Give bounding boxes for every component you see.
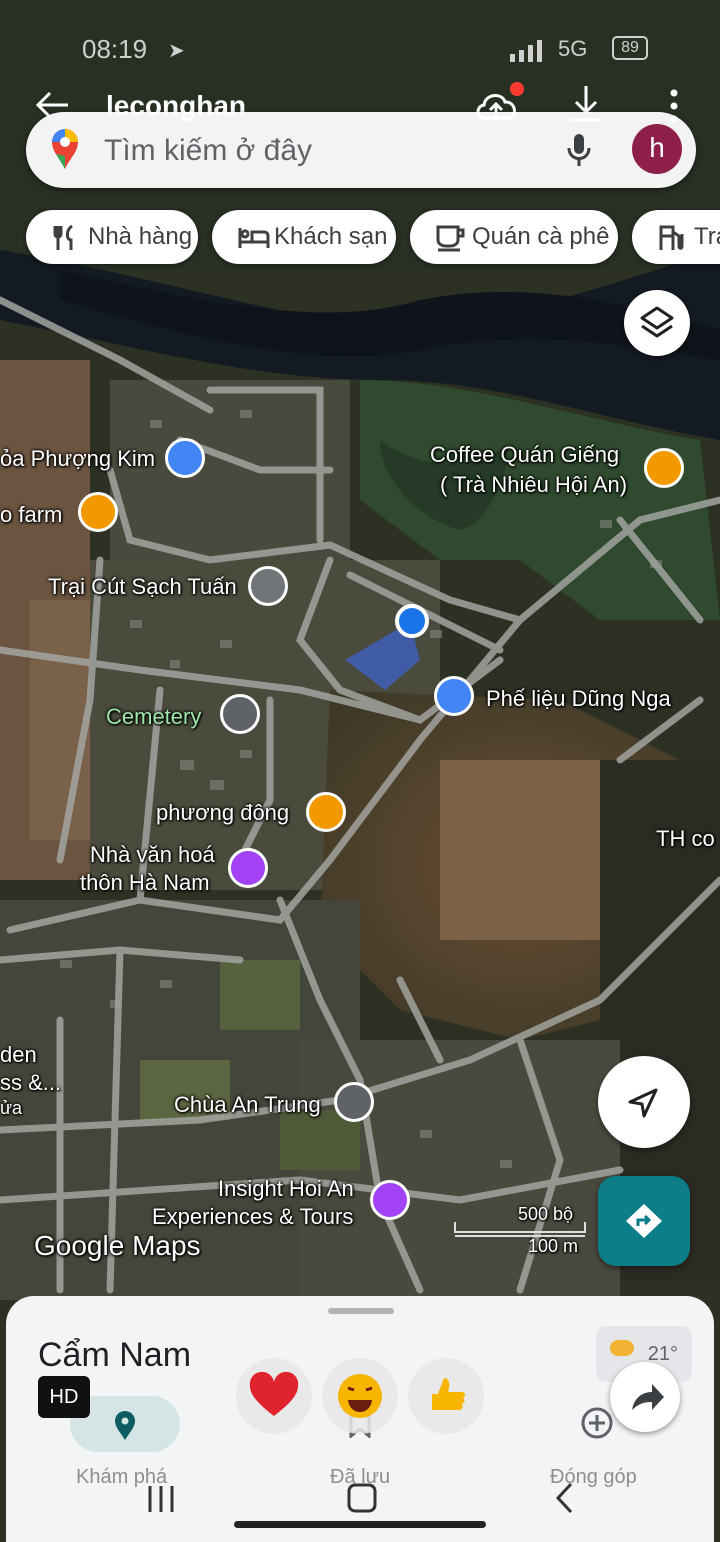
recents-icon[interactable] — [146, 1484, 176, 1519]
google-maps-logo: Google Maps — [34, 1230, 201, 1261]
cemetery-icon[interactable] — [220, 694, 260, 734]
share-arrow-icon — [632, 1384, 664, 1410]
poi-label[interactable]: Chùa An Trung — [174, 1092, 321, 1118]
poi-label[interactable]: Experiences & Tours — [152, 1204, 353, 1230]
scale-feet: 500 bộ — [518, 1204, 574, 1224]
microphone-icon[interactable] — [566, 132, 592, 173]
gas-station-icon — [659, 225, 684, 250]
landmark-icon[interactable] — [228, 848, 268, 888]
poi-label[interactable]: ỏa Phượng Kim — [0, 446, 155, 472]
my-location-button[interactable] — [598, 1056, 690, 1148]
notification-dot — [510, 82, 524, 96]
search-bar[interactable]: Tìm kiếm ở đây h — [26, 112, 696, 188]
chip-label: Quán cà phê — [472, 223, 610, 250]
shopping-bag-icon[interactable] — [434, 676, 474, 716]
poi-label[interactable]: ửa — [0, 1098, 22, 1119]
chip-label: Nhà hàng — [88, 223, 193, 250]
signal-icon — [508, 40, 548, 67]
place-name: Cẩm Nam — [38, 1336, 192, 1374]
reaction-thumbs-up[interactable] — [408, 1358, 484, 1434]
poi-label[interactable]: den — [0, 1042, 37, 1068]
camera-icon[interactable] — [370, 1180, 410, 1220]
restaurant-icon[interactable] — [306, 792, 346, 832]
poi-label[interactable]: Phế liệu Dũng Nga — [486, 686, 671, 712]
poi-label[interactable]: o farm — [0, 502, 62, 528]
hotel-icon — [238, 228, 270, 248]
poi-label[interactable]: Nhà văn hoá — [90, 842, 215, 868]
account-avatar[interactable]: h — [632, 124, 682, 174]
current-location-dot — [395, 604, 429, 638]
chip-hotels[interactable]: Khách sạn — [212, 210, 396, 264]
directions-button[interactable] — [598, 1176, 690, 1266]
reaction-laugh[interactable] — [322, 1358, 398, 1434]
system-navigation — [0, 1470, 720, 1542]
poi-label[interactable]: Cemetery — [106, 704, 201, 730]
restaurant-icon — [53, 224, 73, 250]
sheet-drag-handle[interactable] — [328, 1308, 394, 1314]
poi-label[interactable]: Insight Hoi An — [218, 1176, 354, 1202]
poi-label[interactable]: thôn Hà Nam — [80, 870, 210, 896]
share-button[interactable] — [610, 1362, 680, 1432]
scale-meters: 100 m — [528, 1236, 579, 1256]
pin-icon[interactable] — [248, 566, 288, 606]
temple-icon[interactable] — [334, 1082, 374, 1122]
directions-icon — [626, 1204, 662, 1238]
layers-button[interactable] — [624, 290, 690, 356]
chip-coffee[interactable]: Quán cà phê — [410, 210, 618, 264]
heart-icon — [249, 1371, 299, 1416]
poi-label[interactable]: TH co — [656, 826, 715, 852]
home-icon[interactable] — [346, 1482, 378, 1519]
coffee-icon[interactable] — [644, 448, 684, 488]
layers-icon — [640, 306, 674, 338]
back-icon[interactable] — [554, 1482, 574, 1519]
chip-label: Khách sạn — [274, 223, 388, 250]
status-time: 08:19 — [82, 34, 148, 64]
chip-gas[interactable]: Trạ — [632, 210, 720, 264]
poi-label[interactable]: Coffee Quán Giếng — [430, 442, 619, 468]
hd-badge[interactable]: HD — [38, 1376, 90, 1418]
reaction-heart[interactable] — [236, 1358, 312, 1434]
poi-label[interactable]: phương đông — [156, 800, 289, 826]
thumbs-up-icon — [432, 1378, 465, 1410]
status-bar: 08:19 ➤ 5G 89 — [0, 30, 720, 70]
network-type: 5G — [558, 36, 588, 61]
poi-label[interactable]: ( Trà Nhiêu Hội An) — [440, 472, 627, 498]
laughing-face-icon — [338, 1374, 382, 1418]
navigation-arrow-icon: ➤ — [168, 40, 185, 62]
poi-label[interactable]: Trại Cút Sạch Tuấn — [48, 574, 237, 600]
battery-indicator: 89 — [612, 36, 648, 60]
search-input[interactable]: Tìm kiếm ở đây — [104, 134, 312, 168]
add-circle-icon[interactable] — [580, 1406, 614, 1445]
shopping-bag-icon[interactable] — [165, 438, 205, 478]
chip-label: Trạ — [694, 223, 720, 250]
chip-restaurants[interactable]: Nhà hàng — [26, 210, 198, 264]
navigation-arrow-icon — [628, 1088, 658, 1118]
coffee-icon[interactable] — [78, 492, 118, 532]
coffee-icon — [436, 225, 465, 252]
home-indicator — [234, 1521, 486, 1528]
google-maps-pin-icon — [50, 128, 80, 175]
weather-cloud-icon — [610, 1340, 634, 1356]
poi-label[interactable]: ss &... — [0, 1070, 61, 1096]
